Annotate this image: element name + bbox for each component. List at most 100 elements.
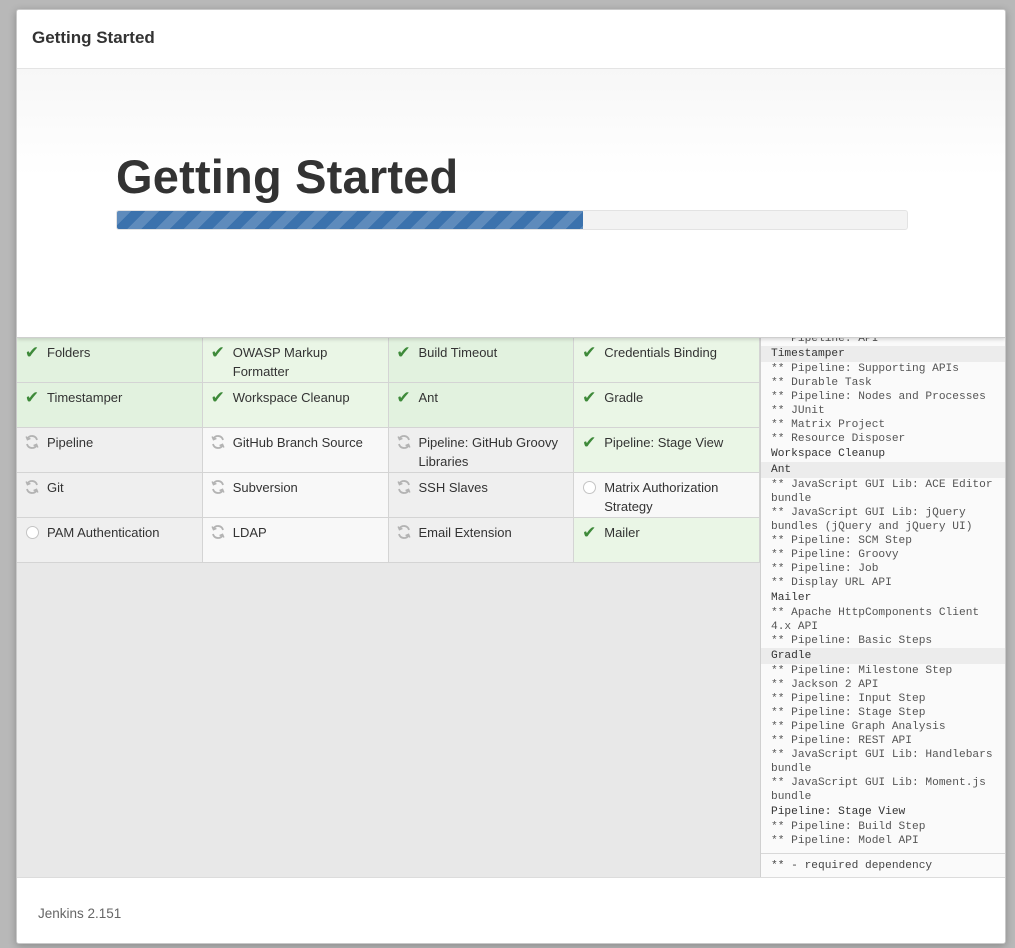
refresh-icon [395,433,413,451]
setup-dialog: Getting Started Getting Started ✔ Folders… [16,9,1006,944]
plugin-name: Gradle [604,390,644,405]
plugin-item: Pipeline: GitHub Groovy Libraries [388,428,575,473]
refresh-icon [395,478,413,496]
check-icon: ✔ [582,522,597,542]
log-dependency: ** Pipeline: Model API [771,835,919,847]
log-dependency: ** Pipeline: Milestone Step [771,665,953,677]
plugin-name: Email Extension [418,525,512,540]
plugin-item: Git [17,473,203,518]
plugin-name: Mailer [604,525,640,540]
version-label: Jenkins 2.151 [38,906,122,921]
log-dependency: ** Pipeline: Basic Steps [771,635,933,647]
plugin-item: ✔ Workspace Cleanup [202,383,389,428]
plugin-name: GitHub Branch Source [232,435,363,450]
log-dependency: ** Pipeline: SCM Step [771,535,912,547]
check-icon: ✔ [582,342,597,362]
plugin-item: GitHub Branch Source [202,428,389,473]
plugin-item: Subversion [202,473,389,518]
install-progress-bar [116,210,908,230]
refresh-icon [209,478,227,496]
plugin-item: ✔ Ant [388,383,575,428]
log-dependency: ** Jackson 2 API [771,679,879,691]
plugin-name: OWASP Markup Formatter [232,345,328,379]
log-dependency: ** Matrix Project [771,419,886,431]
check-icon: ✔ [24,387,40,407]
install-log-lines: ** Pipeline: API Timestamper ** Pipeline: … [761,338,1005,848]
install-progress-fill [117,211,584,229]
log-dependency: ** JavaScript GUI Lib: jQuery bundles (j… [771,507,973,533]
plugin-name: Ant [418,390,439,405]
log-dependency: ** Pipeline: API [771,338,879,345]
plugin-name: Workspace Cleanup [232,390,350,405]
log-legend: ** - required dependency [761,853,1005,877]
log-dependency: ** Pipeline Graph Analysis [771,721,946,733]
check-icon: ✔ [210,387,225,407]
circle-icon [23,523,41,541]
log-plugin-heading: Workspace Cleanup [771,448,886,460]
dialog-header: Getting Started [17,10,1005,69]
refresh-icon [23,478,41,496]
plugin-item: ✔ Mailer [574,518,760,563]
plugin-name: Timestamper [47,390,123,405]
log-dependency: ** Pipeline: Stage Step [771,707,926,719]
dialog-footer: Jenkins 2.151 [17,877,1005,943]
plugin-item: Email Extension [388,518,575,563]
plugin-item: ✔ Timestamper [17,383,203,428]
plugin-name: Pipeline: GitHub Groovy Libraries [418,435,558,469]
plugin-name: Pipeline [47,435,94,450]
plugin-grid: ✔ Folders ✔ OWASP Markup Formatter ✔ Build Ti… [17,338,760,563]
circle-icon [580,478,598,496]
log-plugin-heading: Mailer [771,592,812,604]
plugin-item: ✔ Pipeline: Stage View [574,428,760,473]
hero-panel: Getting Started [17,69,1005,338]
plugin-item: ✔ OWASP Markup Formatter [202,338,389,383]
page-title: Getting Started [116,150,459,203]
log-dependency: ** JavaScript GUI Lib: Handlebars bundle [771,749,993,775]
plugin-name: Git [47,480,64,495]
refresh-icon [209,523,227,541]
plugin-item: ✔ Folders [17,338,203,383]
check-icon: ✔ [210,342,225,362]
log-dependency: ** JavaScript GUI Lib: Moment.js bundle [771,777,986,803]
plugin-name: Build Timeout [418,345,498,360]
plugin-name: Matrix Authorization Strategy [604,480,719,514]
plugin-item: Matrix Authorization Strategy [574,473,760,518]
log-dependency: ** Pipeline: Build Step [771,821,926,833]
plugin-item: ✔ Build Timeout [388,338,575,383]
dialog-title: Getting Started [32,28,155,47]
log-plugin-heading: Gradle [761,648,1005,664]
log-dependency: ** Pipeline: REST API [771,735,912,747]
install-log[interactable]: ** Pipeline: API Timestamper ** Pipeline: … [761,338,1005,853]
refresh-icon [395,523,413,541]
refresh-icon [209,433,227,451]
check-icon: ✔ [24,342,40,362]
plugin-item: Pipeline [17,428,203,473]
plugin-item: ✔ Credentials Binding [574,338,760,383]
log-dependency: ** Display URL API [771,577,892,589]
log-dependency: ** Pipeline: Input Step [771,693,926,705]
check-icon: ✔ [396,387,411,407]
log-dependency: ** Pipeline: Job [771,563,879,575]
check-icon: ✔ [582,432,597,452]
check-icon: ✔ [582,387,597,407]
log-dependency: ** Resource Disposer [771,433,906,445]
log-plugin-heading: Pipeline: Stage View [771,806,906,818]
plugin-name: LDAP [232,525,267,540]
plugin-name: Folders [47,345,91,360]
log-plugin-heading: Timestamper [761,346,1005,362]
log-dependency: ** JUnit [771,405,825,417]
plugin-name: Subversion [232,480,298,495]
log-dependency: ** Durable Task [771,377,872,389]
log-dependency: ** Pipeline: Groovy [771,549,899,561]
log-dependency: ** Pipeline: Nodes and Processes [771,391,986,403]
plugin-item: SSH Slaves [388,473,575,518]
install-log-panel[interactable]: ** Pipeline: API Timestamper ** Pipeline: … [760,338,1005,877]
plugin-item: LDAP [202,518,389,563]
log-dependency: ** Apache HttpComponents Client 4.x API [771,607,980,633]
plugin-name: Pipeline: Stage View [604,435,724,450]
install-content: ✔ Folders ✔ OWASP Markup Formatter ✔ Build Ti… [17,338,1005,877]
plugin-item: ✔ Gradle [574,383,760,428]
check-icon: ✔ [396,342,411,362]
refresh-icon [23,433,41,451]
plugin-name: Credentials Binding [604,345,717,360]
